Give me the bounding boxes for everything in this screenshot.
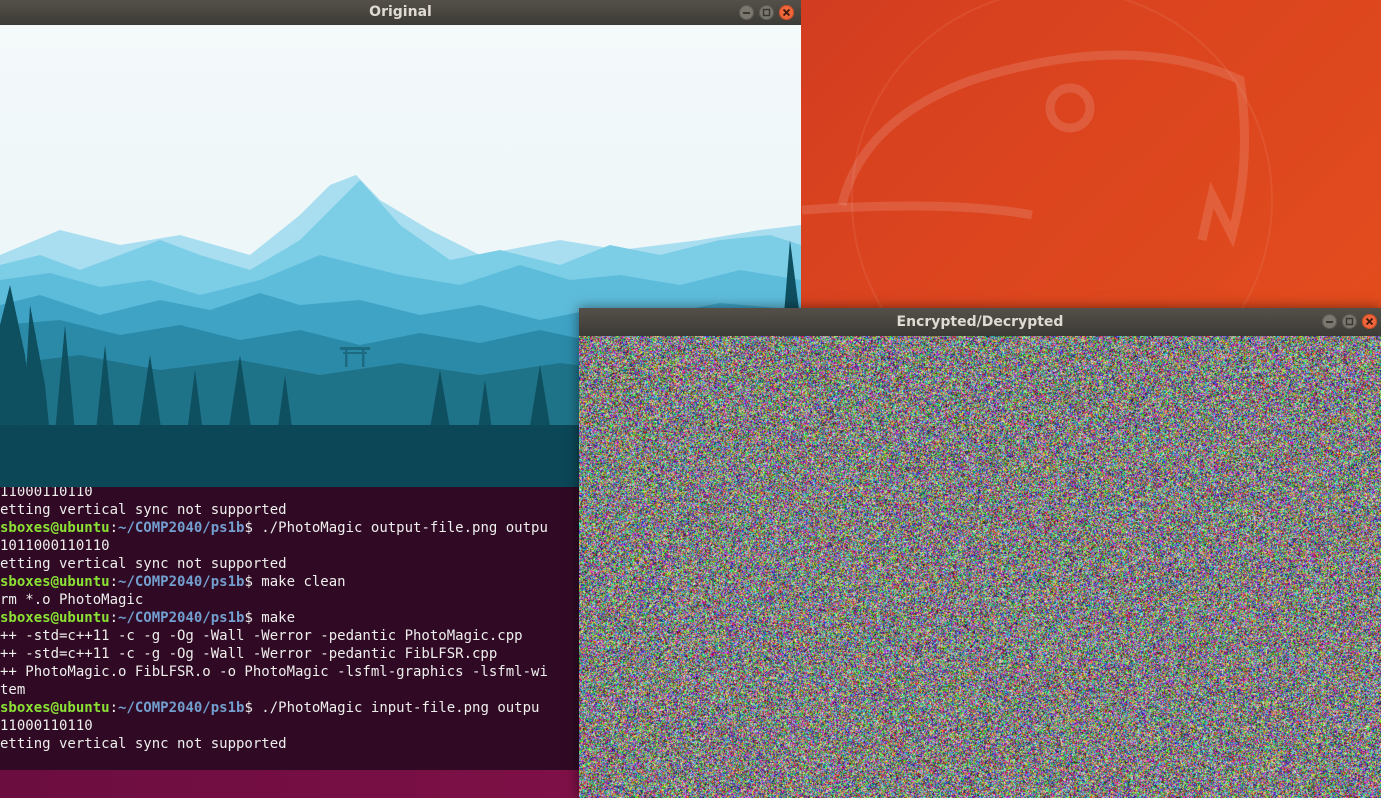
prompt-user: sboxes@ubuntu bbox=[0, 520, 110, 536]
noise-image bbox=[579, 336, 1381, 798]
close-button[interactable] bbox=[779, 5, 794, 20]
maximize-button[interactable] bbox=[759, 5, 774, 20]
minimize-button[interactable] bbox=[739, 5, 754, 20]
prompt-command: $ make bbox=[244, 610, 295, 626]
terminal-output-line: ++ -std=c++11 -c -g -Og -Wall -Werror -p… bbox=[0, 645, 600, 663]
terminal-output-line: ++ PhotoMagic.o FibLFSR.o -o PhotoMagic … bbox=[0, 663, 600, 681]
terminal-output-line: etting vertical sync not supported bbox=[0, 501, 600, 519]
prompt-path: ~/COMP2040/ps1b bbox=[118, 700, 244, 716]
close-icon bbox=[1365, 317, 1374, 326]
terminal-prompt-line: sboxes@ubuntu:~/COMP2040/ps1b$ make clea… bbox=[0, 573, 600, 591]
prompt-user: sboxes@ubuntu bbox=[0, 700, 110, 716]
prompt-path: ~/COMP2040/ps1b bbox=[118, 520, 244, 536]
prompt-path: ~/COMP2040/ps1b bbox=[118, 610, 244, 626]
prompt-separator: : bbox=[110, 574, 118, 590]
close-icon bbox=[782, 8, 791, 17]
maximize-icon bbox=[1345, 317, 1354, 326]
encrypted-image bbox=[579, 336, 1381, 798]
prompt-path: ~/COMP2040/ps1b bbox=[118, 574, 244, 590]
prompt-separator: : bbox=[110, 700, 118, 716]
minimize-icon bbox=[1325, 317, 1334, 326]
terminal-output-line: etting vertical sync not supported bbox=[0, 555, 600, 573]
window-titlebar[interactable]: Encrypted/Decrypted bbox=[579, 308, 1381, 336]
terminal-output: 11000110110 etting vertical sync not supp… bbox=[0, 483, 600, 753]
window-titlebar[interactable]: Original bbox=[0, 0, 801, 25]
prompt-separator: : bbox=[110, 610, 118, 626]
prompt-command: $ make clean bbox=[244, 574, 345, 590]
minimize-button[interactable] bbox=[1322, 314, 1337, 329]
window-title: Original bbox=[369, 4, 432, 20]
prompt-separator: : bbox=[110, 520, 118, 536]
terminal-output-line: tem bbox=[0, 681, 600, 699]
terminal-output-line: 11000110110 bbox=[0, 717, 600, 735]
maximize-icon bbox=[762, 8, 771, 17]
terminal-prompt-line: sboxes@ubuntu:~/COMP2040/ps1b$ make bbox=[0, 609, 600, 627]
window-title: Encrypted/Decrypted bbox=[897, 314, 1064, 330]
prompt-command: $ ./PhotoMagic input-file.png outpu bbox=[244, 700, 539, 716]
terminal-output-line: etting vertical sync not supported bbox=[0, 735, 600, 753]
terminal-prompt-line: sboxes@ubuntu:~/COMP2040/ps1b$ ./PhotoMa… bbox=[0, 519, 600, 537]
close-button[interactable] bbox=[1362, 314, 1377, 329]
encrypted-window[interactable]: Encrypted/Decrypted bbox=[579, 308, 1381, 798]
terminal-output-line: ++ -std=c++11 -c -g -Og -Wall -Werror -p… bbox=[0, 627, 600, 645]
prompt-user: sboxes@ubuntu bbox=[0, 610, 110, 626]
minimize-icon bbox=[742, 8, 751, 17]
terminal-output-line: 1011000110110 bbox=[0, 537, 600, 555]
prompt-user: sboxes@ubuntu bbox=[0, 574, 110, 590]
terminal-prompt-line: sboxes@ubuntu:~/COMP2040/ps1b$ ./PhotoMa… bbox=[0, 699, 600, 717]
prompt-command: $ ./PhotoMagic output-file.png outpu bbox=[244, 520, 547, 536]
ubuntu-wallpaper-art bbox=[802, 0, 1381, 310]
maximize-button[interactable] bbox=[1342, 314, 1357, 329]
terminal-output-line: rm *.o PhotoMagic bbox=[0, 591, 600, 609]
